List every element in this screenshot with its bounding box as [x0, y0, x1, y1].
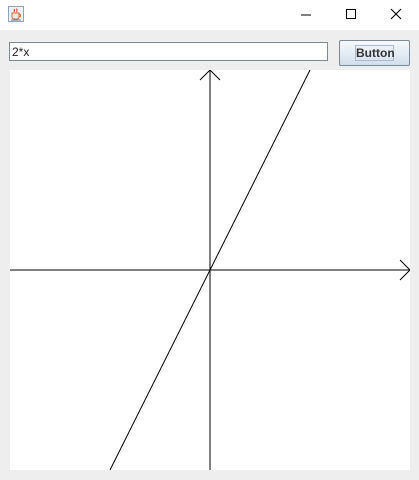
maximize-button[interactable] [328, 0, 374, 28]
close-icon [390, 8, 402, 20]
minimize-icon [301, 14, 311, 16]
formula-input[interactable] [9, 42, 328, 61]
plot-graph [10, 70, 410, 470]
close-button[interactable] [373, 0, 419, 28]
java-cup-icon [8, 6, 24, 22]
plot-button[interactable]: Button [339, 40, 410, 66]
minimize-button[interactable] [283, 0, 329, 28]
maximize-icon [346, 9, 356, 19]
plot-canvas [10, 70, 410, 470]
button-label: Button [355, 45, 395, 61]
title-bar [0, 0, 419, 30]
